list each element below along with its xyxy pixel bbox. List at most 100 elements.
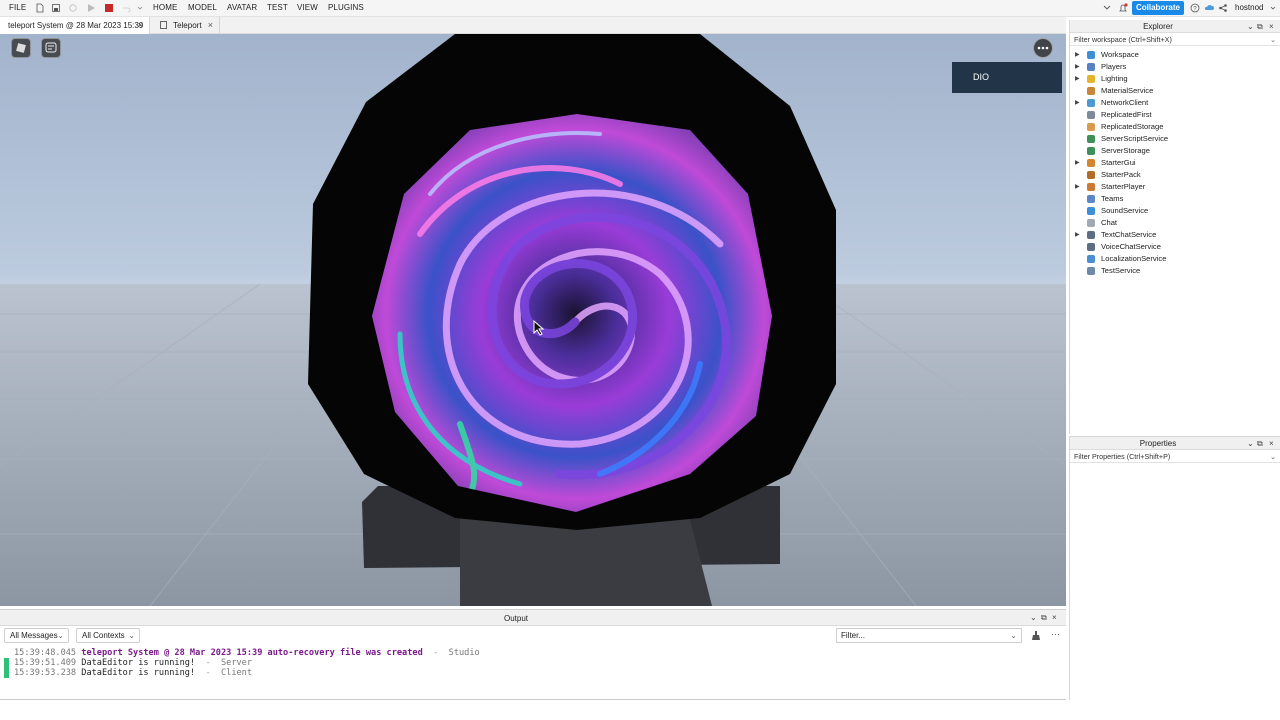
explorer-item-label: TextChatService: [1101, 230, 1157, 239]
new-file-icon[interactable]: [35, 3, 45, 13]
explorer-item-label: Players: [1101, 62, 1127, 71]
roblox-menu-button[interactable]: [11, 38, 31, 58]
dio-gui-label[interactable]: DIO: [952, 62, 1062, 93]
collapse-panel-icon[interactable]: ⌄: [1030, 613, 1037, 622]
output-line: 15:39:48.045 teleport System @ 28 Mar 20…: [14, 648, 480, 658]
collapse-panel-icon[interactable]: ⌄: [1247, 439, 1254, 448]
properties-filter-input[interactable]: Filter Properties (Ctrl+Shift+P) ⌄: [1070, 450, 1280, 463]
explorer-item-label: StarterPlayer: [1101, 182, 1146, 191]
tab-teleport-script[interactable]: Teleport ×: [150, 17, 220, 34]
explorer-item[interactable]: Teams: [1070, 193, 1280, 205]
explorer-item[interactable]: MaterialService: [1070, 85, 1280, 97]
play-icon[interactable]: [86, 3, 96, 13]
chat-icon: [1087, 219, 1095, 227]
menu-view[interactable]: VIEW: [297, 3, 318, 12]
close-tab-icon[interactable]: ×: [208, 17, 213, 34]
expand-arrow-icon[interactable]: ▶: [1075, 49, 1080, 61]
explorer-item[interactable]: ▶ Workspace: [1070, 49, 1280, 61]
explorer-item[interactable]: ReplicatedStorage: [1070, 121, 1280, 133]
user-menu-chevron-icon[interactable]: [1268, 3, 1278, 13]
messages-filter-value: All Messages: [10, 631, 58, 640]
3d-viewport[interactable]: DIO: [0, 34, 1066, 606]
collaborate-button[interactable]: Collaborate: [1132, 1, 1184, 15]
log-timestamp: 15:39:51.409: [14, 658, 77, 668]
chat-bubble-icon: [45, 42, 57, 53]
notification-bell-icon[interactable]: [1118, 3, 1128, 13]
close-panel-icon[interactable]: ×: [1052, 613, 1057, 622]
explorer-item[interactable]: VoiceChatService: [1070, 241, 1280, 253]
explorer-item[interactable]: ▶ StarterPlayer: [1070, 181, 1280, 193]
redo-dropdown-icon[interactable]: [135, 3, 145, 13]
contexts-filter-dropdown[interactable]: All Contexts ⌄: [76, 628, 140, 643]
menu-model[interactable]: MODEL: [188, 3, 217, 12]
output-log[interactable]: 15:39:48.045 teleport System @ 28 Mar 20…: [0, 648, 1064, 678]
undo-history-icon[interactable]: [68, 3, 78, 13]
undock-panel-icon[interactable]: ⧉: [1257, 439, 1263, 449]
tab-label: Teleport: [173, 21, 202, 30]
explorer-item[interactable]: Chat: [1070, 217, 1280, 229]
stop-icon[interactable]: [104, 3, 114, 13]
explorer-item[interactable]: LocalizationService: [1070, 253, 1280, 265]
expand-arrow-icon[interactable]: ▶: [1075, 97, 1080, 109]
tab-teleport-system[interactable]: teleport System @ 28 Mar 2023 15:39 ×: [0, 17, 150, 34]
explorer-item[interactable]: ServerScriptService: [1070, 133, 1280, 145]
output-more-icon[interactable]: ···: [1051, 629, 1060, 639]
mouse-cursor-icon: [533, 320, 545, 336]
close-panel-icon[interactable]: ×: [1269, 439, 1274, 448]
menu-home[interactable]: HOME: [153, 3, 177, 12]
output-line: 15:39:53.238 DataEditor is running! - Cl…: [0, 668, 1064, 678]
explorer-filter-input[interactable]: Filter workspace (Ctrl+Shift+X) ⌄: [1070, 33, 1280, 46]
close-panel-icon[interactable]: ×: [1269, 22, 1274, 31]
menu-test[interactable]: TEST: [267, 3, 288, 12]
explorer-panel: Explorer ⌄ ⧉ × Filter workspace (Ctrl+Sh…: [1069, 20, 1280, 434]
explorer-item[interactable]: ServerStorage: [1070, 145, 1280, 157]
undock-panel-icon[interactable]: ⧉: [1257, 22, 1263, 32]
expand-arrow-icon[interactable]: ▶: [1075, 73, 1080, 85]
explorer-item[interactable]: TestService: [1070, 265, 1280, 277]
explorer-item-label: ServerStorage: [1101, 146, 1150, 155]
expand-arrow-icon[interactable]: ▶: [1075, 181, 1080, 193]
server-storage-icon: [1087, 147, 1095, 155]
explorer-item[interactable]: ▶ NetworkClient: [1070, 97, 1280, 109]
log-source: Studio: [448, 648, 480, 658]
explorer-item[interactable]: ▶ TextChatService: [1070, 229, 1280, 241]
explorer-item[interactable]: ▶ Players: [1070, 61, 1280, 73]
explorer-item[interactable]: SoundService: [1070, 205, 1280, 217]
output-filter-placeholder: Filter...: [841, 631, 866, 640]
chevron-down-icon: ⌄: [1269, 35, 1276, 44]
explorer-item-label: LocalizationService: [1101, 254, 1167, 263]
collapse-ribbon-icon[interactable]: [1102, 3, 1112, 13]
undo-icon[interactable]: [121, 3, 131, 13]
clear-output-icon[interactable]: [1031, 630, 1041, 641]
output-filter-input[interactable]: Filter... ⌄: [836, 628, 1022, 643]
expand-arrow-icon[interactable]: ▶: [1075, 61, 1080, 73]
expand-arrow-icon[interactable]: ▶: [1075, 157, 1080, 169]
menu-plugins[interactable]: PLUGINS: [328, 3, 364, 12]
starter-gui-icon: [1087, 159, 1095, 167]
help-icon[interactable]: ?: [1190, 3, 1200, 13]
explorer-item-label: Workspace: [1101, 50, 1139, 59]
explorer-item[interactable]: ▶ Lighting: [1070, 73, 1280, 85]
undock-panel-icon[interactable]: ⧉: [1041, 613, 1047, 623]
network-icon: [1087, 99, 1095, 107]
chat-toggle-button[interactable]: [41, 38, 61, 58]
explorer-item[interactable]: ReplicatedFirst: [1070, 109, 1280, 121]
explorer-item[interactable]: ▶ StarterGui: [1070, 157, 1280, 169]
share-icon[interactable]: [1218, 3, 1228, 13]
more-options-button[interactable]: [1033, 38, 1053, 58]
log-timestamp: 15:39:53.238: [14, 668, 77, 678]
explorer-item-label: VoiceChatService: [1101, 242, 1161, 251]
save-icon[interactable]: [51, 3, 61, 13]
cloud-icon[interactable]: [1204, 3, 1214, 13]
collapse-panel-icon[interactable]: ⌄: [1247, 22, 1254, 31]
menu-avatar[interactable]: AVATAR: [227, 3, 257, 12]
contexts-filter-value: All Contexts: [82, 631, 125, 640]
lightbulb-icon: [1087, 75, 1095, 83]
messages-filter-dropdown[interactable]: All Messages ⌄: [4, 628, 69, 643]
username-label[interactable]: hostnod: [1235, 3, 1263, 12]
close-tab-icon[interactable]: ×: [138, 17, 143, 34]
explorer-item[interactable]: StarterPack: [1070, 169, 1280, 181]
server-script-icon: [1087, 135, 1095, 143]
expand-arrow-icon[interactable]: ▶: [1075, 229, 1080, 241]
menu-file[interactable]: FILE: [9, 3, 26, 12]
